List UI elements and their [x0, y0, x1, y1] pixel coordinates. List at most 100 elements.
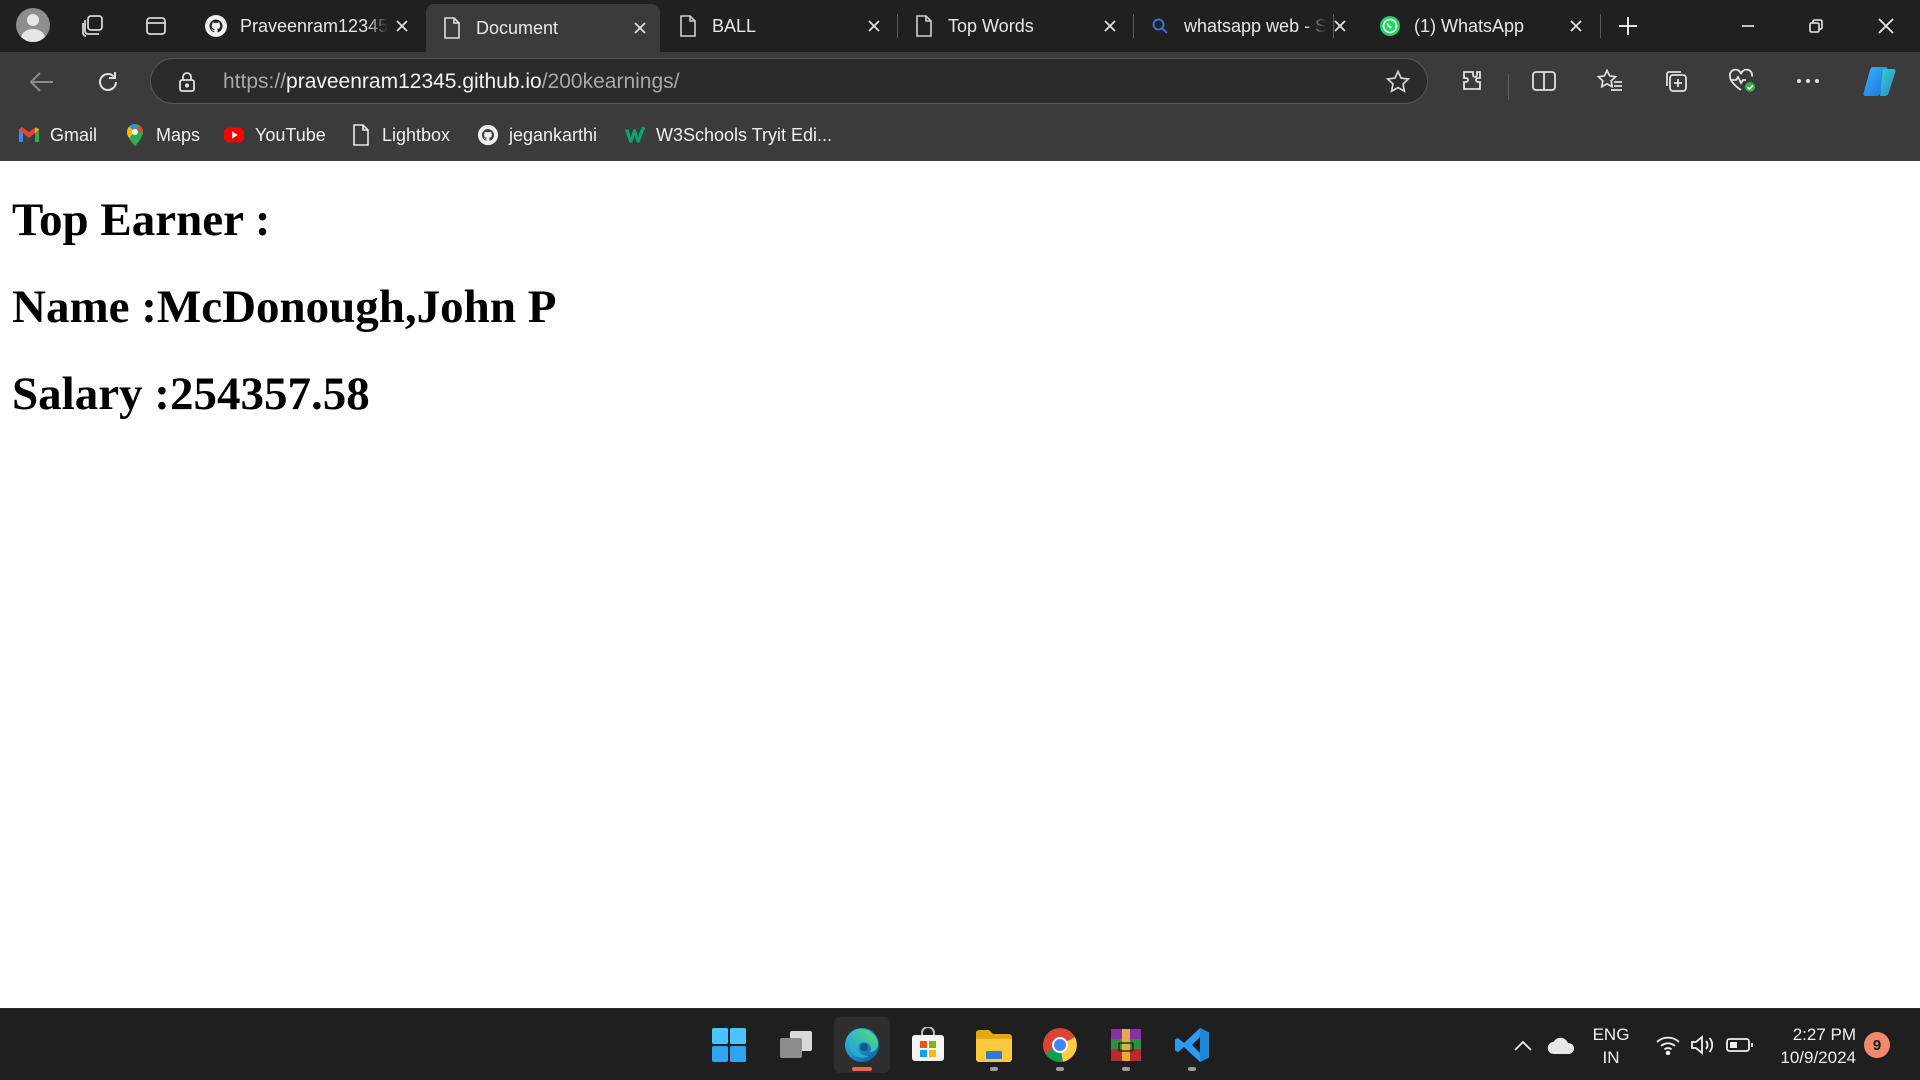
new-tab-icon[interactable] — [1608, 6, 1648, 46]
chrome-icon[interactable] — [1032, 1017, 1088, 1073]
running-indicator — [990, 1067, 998, 1071]
navigation-bar: https://praveenram12345.github.io/200kea… — [0, 52, 1920, 110]
url-text[interactable]: https://praveenram12345.github.io/200kea… — [223, 70, 679, 94]
close-icon[interactable] — [388, 12, 416, 40]
workspaces-icon[interactable] — [73, 6, 113, 46]
region-code: IN — [1602, 1048, 1620, 1067]
favorite-lightbox[interactable]: Lightbox — [350, 120, 450, 150]
url-path: /200kearnings/ — [541, 70, 680, 93]
close-icon[interactable] — [1562, 12, 1590, 40]
address-bar[interactable]: https://praveenram12345.github.io/200kea… — [150, 58, 1428, 104]
youtube-icon — [223, 124, 245, 146]
close-window-icon[interactable] — [1852, 0, 1920, 52]
copilot-icon[interactable] — [1860, 63, 1900, 99]
favorite-youtube[interactable]: YouTube — [223, 120, 326, 150]
running-indicator — [1122, 1067, 1130, 1071]
tab-separator — [1600, 14, 1601, 38]
favorite-label: Maps — [156, 124, 201, 145]
restore-icon[interactable] — [1782, 0, 1850, 52]
file-explorer-icon[interactable] — [966, 1017, 1022, 1073]
close-icon[interactable] — [1096, 12, 1124, 40]
task-view-icon[interactable] — [768, 1017, 824, 1073]
tab-actions-icon[interactable] — [136, 6, 176, 46]
store-icon[interactable] — [900, 1017, 956, 1073]
clock[interactable]: 2:27 PM 10/9/2024 — [1764, 1023, 1856, 1069]
top-earner-heading: Top Earner : — [12, 194, 271, 246]
tab-strip: Praveenram12345 Document BALL Top Words … — [0, 0, 1920, 52]
url-scheme: https:// — [223, 70, 287, 93]
favorite-label: W3Schools Tryit Edi... — [656, 124, 833, 145]
tab-document[interactable]: Document — [426, 4, 660, 52]
close-icon[interactable] — [626, 14, 654, 42]
wifi-icon[interactable] — [1654, 1031, 1682, 1059]
collections-icon[interactable] — [1658, 63, 1694, 99]
name-heading: Name :McDonough,John P — [12, 281, 557, 333]
clock-time: 2:27 PM — [1792, 1025, 1856, 1044]
github-icon — [477, 124, 499, 146]
tab-label: (1) WhatsApp — [1414, 15, 1525, 36]
favorite-label: Lightbox — [382, 124, 451, 145]
tab-label: whatsapp web - S — [1184, 15, 1326, 36]
favorite-label: YouTube — [255, 124, 326, 145]
extensions-icon[interactable] — [1454, 63, 1490, 99]
favorite-label: jegankarthi — [509, 124, 598, 145]
github-icon — [204, 14, 228, 38]
back-icon[interactable] — [22, 62, 62, 102]
close-icon[interactable] — [1326, 12, 1354, 40]
favorites-icon[interactable] — [1592, 63, 1628, 99]
profile-avatar[interactable] — [16, 8, 50, 42]
tab-whatsapp-web-search[interactable]: whatsapp web - S — [1134, 6, 1360, 46]
windows-start-icon[interactable] — [701, 1017, 757, 1073]
favorite-gmail[interactable]: Gmail — [18, 120, 97, 150]
onedrive-icon[interactable] — [1546, 1033, 1576, 1059]
tab-praveenram12345[interactable]: Praveenram12345 — [190, 6, 422, 46]
lock-icon[interactable] — [175, 70, 199, 94]
more-options-icon[interactable] — [1790, 63, 1826, 99]
whatsapp-icon — [1378, 14, 1402, 38]
maps-icon — [124, 124, 146, 146]
favorite-jegankarthi[interactable]: jegankarthi — [477, 120, 597, 150]
active-indicator — [852, 1067, 872, 1071]
chevron-up-icon[interactable] — [1510, 1033, 1536, 1059]
tab-label: Praveenram12345 — [240, 15, 388, 36]
page-content: Top Earner : Name :McDonough,John P Sala… — [0, 161, 1920, 1008]
running-indicator — [1056, 1067, 1064, 1071]
close-icon[interactable] — [860, 12, 888, 40]
clock-date: 10/9/2024 — [1780, 1048, 1856, 1067]
gmail-icon — [18, 124, 40, 146]
vscode-icon[interactable] — [1164, 1017, 1220, 1073]
tab-top-words[interactable]: Top Words — [898, 6, 1130, 46]
split-screen-icon[interactable] — [1526, 63, 1562, 99]
language-indicator[interactable]: ENG IN — [1586, 1023, 1636, 1069]
toolbar-separator — [1508, 74, 1509, 100]
refresh-icon[interactable] — [88, 62, 128, 102]
favorite-label: Gmail — [50, 124, 98, 145]
tab-label: Top Words — [948, 15, 1034, 36]
page-icon — [912, 14, 936, 38]
battery-icon[interactable] — [1724, 1031, 1756, 1059]
browser-chrome: Praveenram12345 Document BALL Top Words … — [0, 0, 1920, 161]
edge-icon[interactable] — [834, 1017, 890, 1073]
page-icon — [676, 14, 700, 38]
volume-icon[interactable] — [1688, 1031, 1718, 1059]
favorite-star-icon[interactable] — [1385, 69, 1411, 95]
search-icon — [1148, 14, 1172, 38]
taskbar: ENG IN 2:27 PM 10/9/2024 — [0, 1008, 1920, 1080]
favorite-maps[interactable]: Maps — [124, 120, 200, 150]
winrar-icon[interactable] — [1098, 1017, 1154, 1073]
tab-label: BALL — [712, 15, 757, 36]
page-icon — [440, 16, 464, 40]
tab-separator — [1333, 14, 1334, 38]
notification-badge[interactable]: 9 — [1864, 1032, 1890, 1058]
url-host: praveenram12345.github.io — [286, 70, 542, 93]
tab-ball[interactable]: BALL — [662, 6, 894, 46]
running-indicator — [1188, 1067, 1196, 1071]
tab-label: Document — [476, 17, 559, 38]
tab-whatsapp[interactable]: (1) WhatsApp — [1364, 6, 1596, 46]
browser-essentials-icon[interactable] — [1724, 63, 1760, 99]
language-code: ENG — [1592, 1025, 1630, 1044]
favorites-bar: Gmail Maps YouTube Lightbox jegankarthi — [0, 110, 1920, 161]
minimize-icon[interactable] — [1714, 0, 1782, 52]
salary-heading: Salary :254357.58 — [12, 368, 370, 420]
favorite-w3schools[interactable]: W3Schools Tryit Edi... — [624, 120, 832, 150]
